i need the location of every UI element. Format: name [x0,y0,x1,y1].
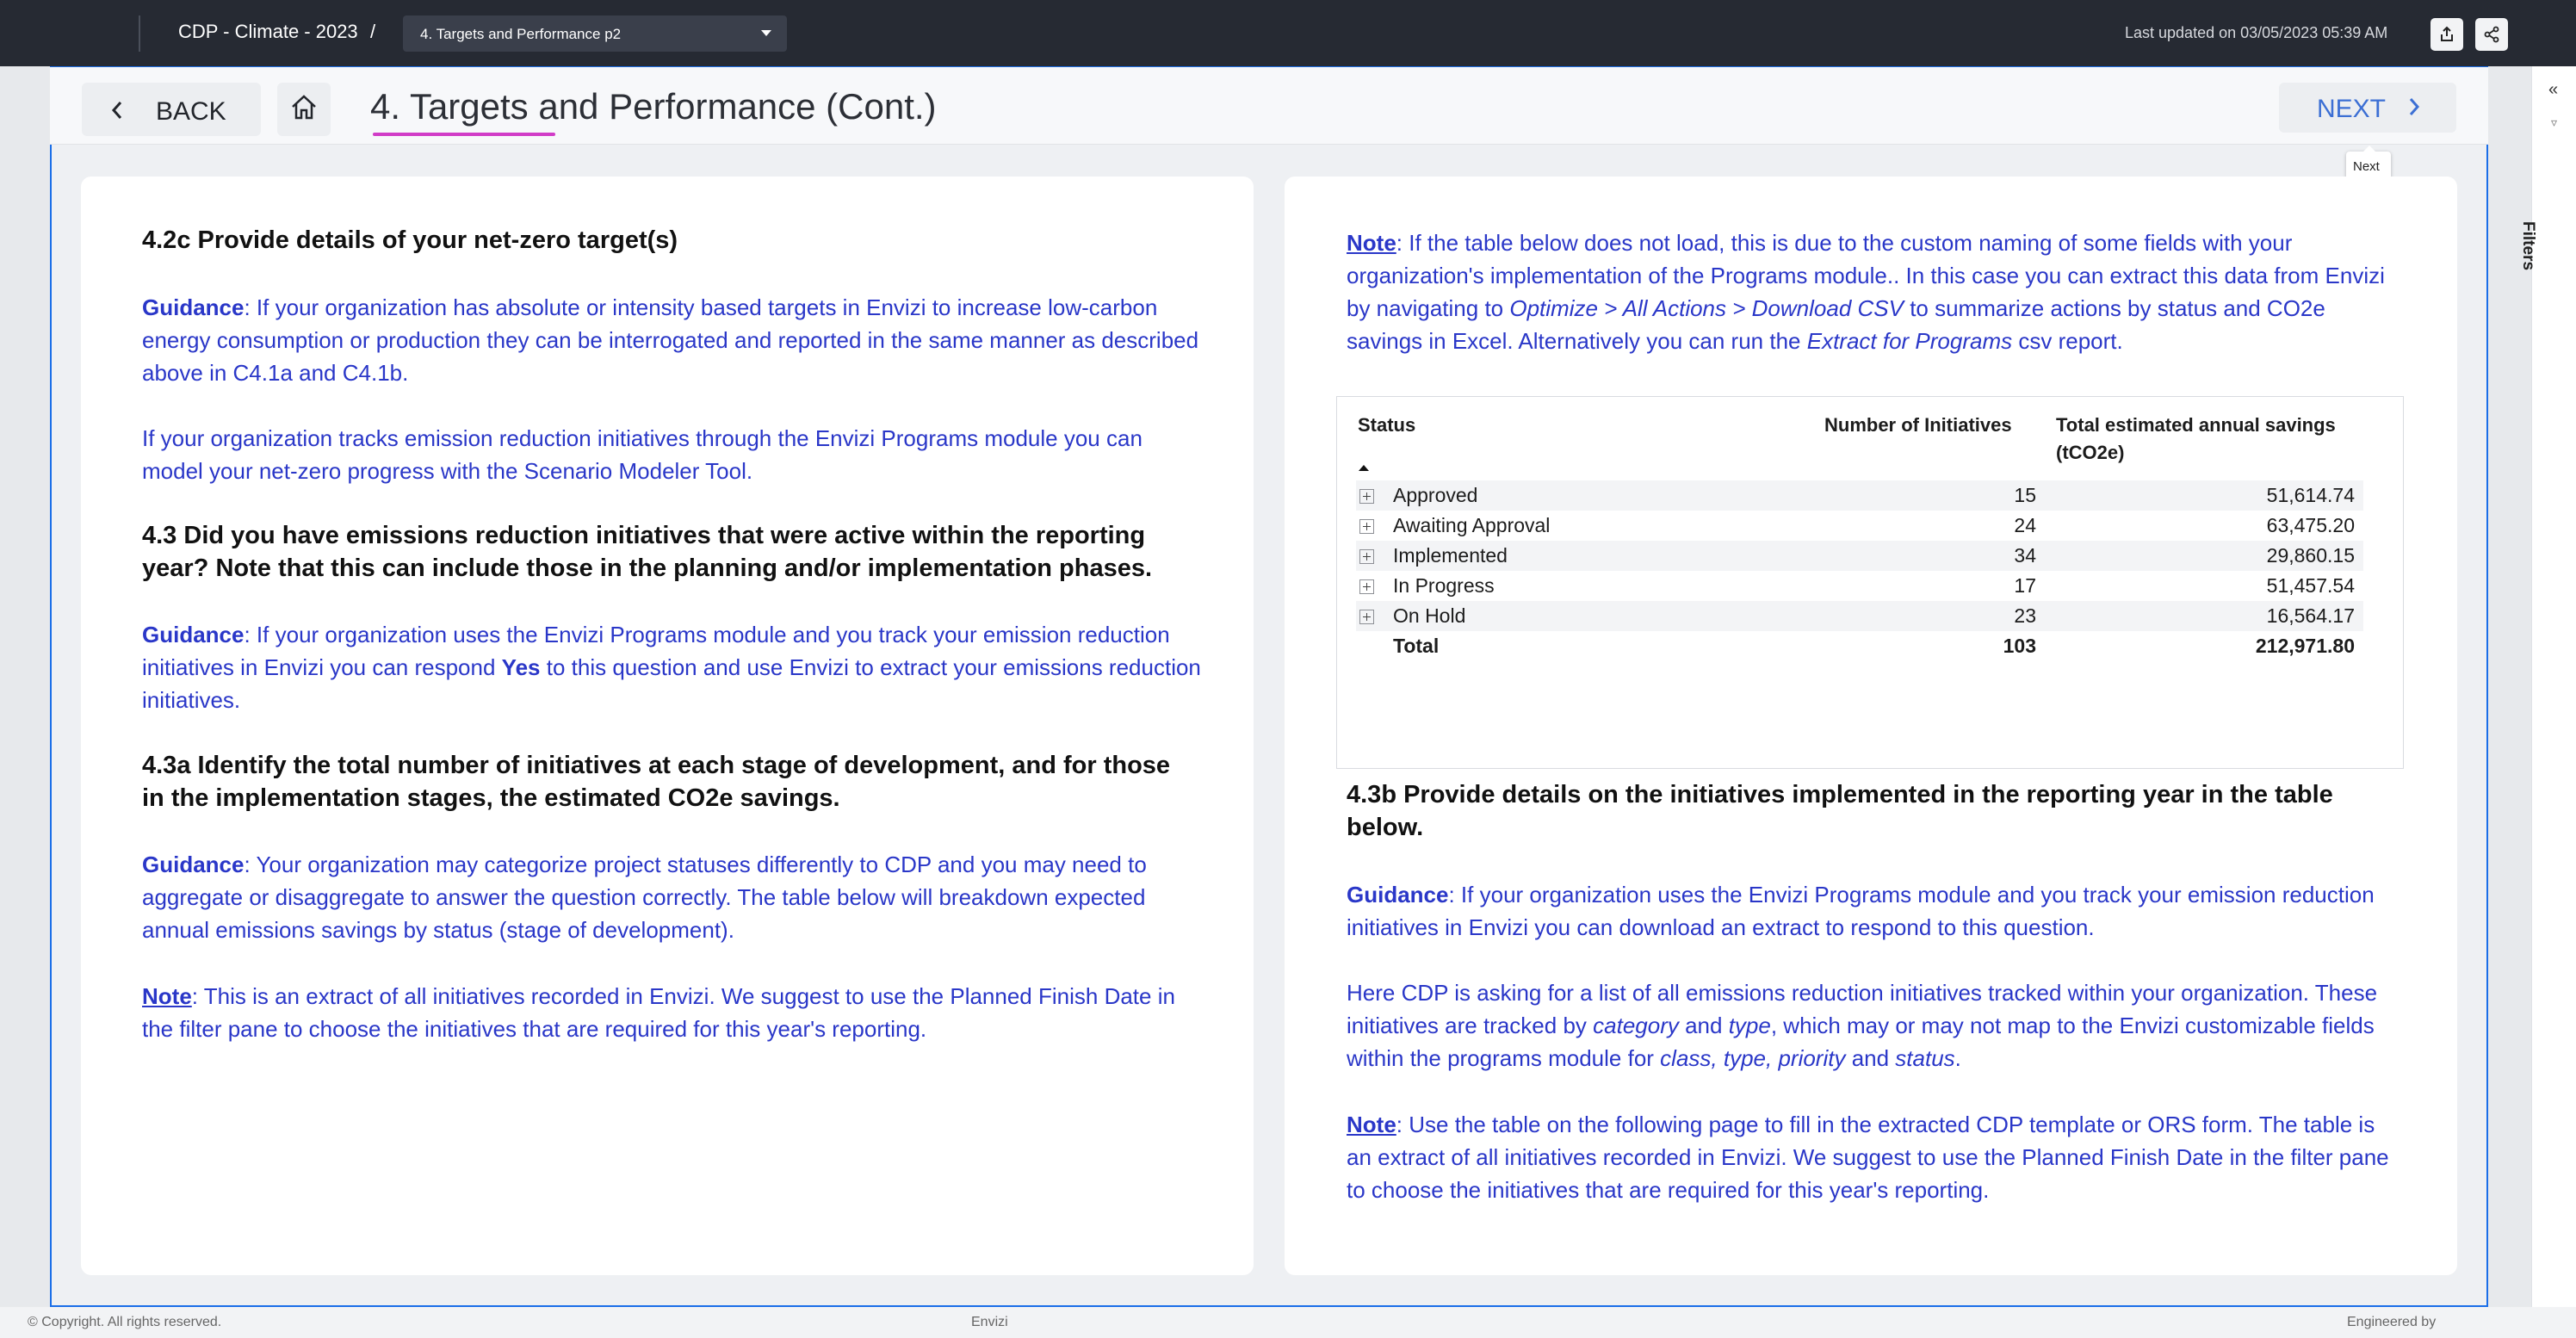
table-row[interactable]: In Progress 17 51,457.54 [1356,571,2363,601]
cdp-list-paragraph: Here CDP is asking for a list of all emi… [1347,976,2406,1075]
field-category: category [1593,1013,1679,1038]
note-text: csv report. [2012,328,2123,354]
row-status: Approved [1393,484,1478,506]
note-4-3b: Note: Use the table on the following pag… [1347,1108,2406,1206]
total-label: Total [1393,635,1440,657]
row-number: 17 [2014,574,2036,597]
row-number: 34 [2014,544,2036,567]
guidance-text: : Your organization may categorize proje… [142,852,1147,943]
guidance-text: : If your organization has absolute or i… [142,294,1199,386]
guidance-4-3b: Guidance: If your organization uses the … [1347,878,2406,944]
column-header-savings[interactable]: Total estimated annual savings (tCO2e) [2056,412,2383,467]
paragraph-text: and [1678,1013,1729,1038]
home-icon [292,95,316,120]
expand-icon[interactable] [1359,489,1374,504]
heading-4-3a: 4.3a Identify the total number of initia… [142,752,1171,812]
expand-icon[interactable] [1359,519,1374,534]
engineered-by-text: Engineered by [2347,1315,2437,1329]
note-label: Note [1347,230,1396,256]
note-label: Note [142,983,192,1009]
note-text: : This is an extract of all initiatives … [142,983,1175,1042]
row-savings: 29,860.15 [2266,544,2355,567]
table-row[interactable]: On Hold 23 16,564.17 [1356,601,2363,631]
note-label: Note [1347,1112,1396,1137]
row-savings: 51,614.74 [2266,484,2355,506]
guidance-4-3a: Guidance: Your organization may categori… [142,848,1201,946]
note-4-3a: Note: This is an extract of all initiati… [142,980,1201,1045]
row-status: On Hold [1393,604,1466,627]
expand-icon[interactable] [1359,579,1374,594]
note-text: : Use the table on the following page to… [1347,1112,2389,1203]
table-total-row: Total 103 212,971.80 [1356,631,2363,661]
filters-pane[interactable]: « ▿ Filters [2519,66,2576,1307]
heading-4-2c: 4.2c Provide details of your net-zero ta… [142,226,678,254]
back-label: BACK [156,97,226,126]
total-number: 103 [2003,635,2036,657]
table-row[interactable]: Awaiting Approval 24 63,475.20 [1356,511,2363,541]
page-title: 4. Targets and Performance (Cont.) [370,86,937,127]
programs-paragraph: If your organization tracks emission red… [142,425,1142,484]
navigation-path: Optimize > All Actions > Download CSV [1509,295,1904,321]
top-bar-divider [139,15,140,52]
filters-label: Filters [2519,221,2537,271]
row-number: 23 [2014,604,2036,627]
last-updated-text: Last updated on 03/05/2023 05:39 AM [2125,24,2388,41]
row-status: Awaiting Approval [1393,514,1551,536]
row-status: In Progress [1393,574,1495,597]
guidance-4-3: Guidance: If your organization uses the … [142,618,1201,716]
top-bar: CDP - Climate - 2023 / 4. Targets and Pe… [0,0,2576,66]
field-list: class, type, priority [1660,1045,1846,1071]
heading-4-3: 4.3 Did you have emissions reduction ini… [142,522,1153,582]
heading-4-3b: 4.3b Provide details on the initiatives … [1347,781,2333,841]
copyright-text: © Copyright. All rights reserved. [28,1315,222,1329]
breadcrumb-separator: / [370,21,376,42]
field-type: type [1728,1013,1771,1038]
column-header-status[interactable]: Status [1358,412,1415,439]
paragraph-text: . [1954,1045,1961,1071]
report-title[interactable]: CDP - Climate - 2023 [178,21,358,43]
field-status: status [1895,1045,1955,1071]
report-name: Extract for Programs [1806,328,2013,354]
row-number: 15 [2014,484,2036,506]
paragraph-text: and [1845,1045,1896,1071]
expand-icon[interactable] [1359,549,1374,564]
row-savings: 51,457.54 [2266,574,2355,597]
footer-brand: Envizi [971,1315,1008,1329]
share-button[interactable] [2475,18,2508,51]
yes-emphasis: Yes [501,654,541,680]
table-row[interactable]: Approved 15 51,614.74 [1356,480,2363,511]
guidance-label: Guidance [142,852,245,877]
row-savings: 63,475.20 [2266,514,2355,536]
chevron-right-icon [2409,98,2420,115]
guidance-4-2c: Guidance: If your organization has absol… [142,291,1201,389]
chevron-down-icon [761,30,771,36]
page-selector[interactable]: 4. Targets and Performance p2 [403,15,787,52]
next-label: NEXT [2317,95,2387,123]
note-table-load: Note: If the table below does not load, … [1347,226,2406,357]
row-number: 24 [2014,514,2036,536]
next-button[interactable]: NEXT [2279,83,2456,133]
guidance-text: : If your organization uses the Envizi P… [1347,882,2375,940]
column-header-number[interactable]: Number of Initiatives [1824,412,2012,439]
guidance-label: Guidance [142,622,245,647]
guidance-label: Guidance [142,294,245,320]
share-icon [2484,26,2499,43]
chevron-left-icon [111,102,122,119]
row-savings: 16,564.17 [2266,604,2355,627]
title-accent-underline [373,133,555,136]
guidance-label: Guidance [1347,882,1449,907]
export-icon [2441,26,2453,41]
sort-ascending-icon[interactable] [1359,465,1369,471]
expand-icon[interactable] [1359,610,1374,624]
collapse-filters-icon[interactable]: « [2548,80,2558,100]
footer: © Copyright. All rights reserved. Envizi… [0,1307,2576,1338]
table-row[interactable]: Implemented 34 29,860.15 [1356,541,2363,571]
page-selector-value: 4. Targets and Performance p2 [420,26,622,42]
back-button[interactable]: BACK [82,83,261,136]
export-button[interactable] [2430,18,2463,51]
total-savings: 212,971.80 [2255,635,2355,657]
filter-icon: ▿ [2551,115,2558,129]
row-status: Implemented [1393,544,1508,567]
home-button[interactable] [277,83,331,136]
